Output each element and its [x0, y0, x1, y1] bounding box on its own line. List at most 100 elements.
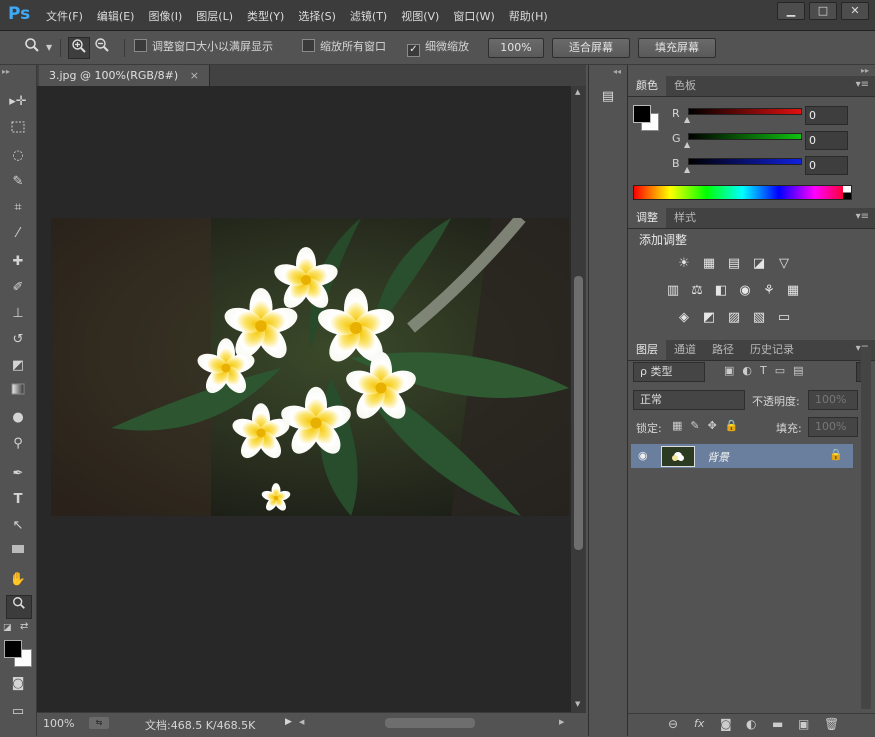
default-colors-icon[interactable]: ◪	[3, 623, 12, 633]
panel-menu-icon[interactable]: ▾≡	[856, 211, 869, 222]
move-tool-icon[interactable]: ▸✛	[6, 91, 30, 113]
trash-icon[interactable]: 🗑	[824, 717, 839, 731]
scroll-left-icon[interactable]: ◀	[299, 718, 304, 726]
zoom-tool-preset-icon[interactable]	[22, 37, 42, 57]
black-white-icon[interactable]: ◧	[712, 282, 730, 300]
menu-window[interactable]: 窗口(W)	[453, 8, 494, 24]
vertical-scroll-thumb[interactable]	[574, 276, 583, 550]
opacity-input[interactable]: 100%	[808, 390, 858, 410]
color-foreground-swatch[interactable]	[633, 105, 651, 123]
channel-g-slider[interactable]	[688, 133, 802, 140]
blur-tool-icon[interactable]: ●	[6, 407, 30, 429]
zoom-out-icon[interactable]	[92, 37, 112, 57]
quick-mask-icon[interactable]: ◙	[6, 673, 30, 695]
vibrance-icon[interactable]: ▽	[775, 255, 793, 273]
exposure-icon[interactable]: ◪	[750, 255, 768, 273]
channel-b-input[interactable]: 0	[805, 156, 848, 175]
panels-collapse-icon[interactable]: ▸▸	[861, 66, 869, 75]
menu-edit[interactable]: 编辑(E)	[97, 8, 135, 24]
scroll-up-icon[interactable]: ▲	[575, 88, 580, 96]
layer-filter-icons[interactable]: ▣◐T▭▤	[724, 364, 812, 377]
channel-b-slider[interactable]	[688, 158, 802, 165]
menu-image[interactable]: 图像(I)	[148, 8, 182, 24]
menu-file[interactable]: 文件(F)	[46, 8, 83, 24]
scroll-right-icon[interactable]: ▶	[559, 718, 564, 726]
dock-collapse-icon[interactable]: ◂◂	[613, 67, 621, 76]
marquee-tool-icon[interactable]	[6, 119, 30, 141]
photo-filter-icon[interactable]: ◉	[736, 282, 754, 300]
healing-brush-tool-icon[interactable]: ✚	[6, 251, 30, 273]
channel-mixer-icon[interactable]: ⚘	[760, 282, 778, 300]
close-button[interactable]: ✕	[841, 2, 869, 20]
lasso-tool-icon[interactable]: ◌	[6, 145, 30, 167]
history-brush-tool-icon[interactable]: ↺	[6, 329, 30, 351]
menu-help[interactable]: 帮助(H)	[509, 8, 548, 24]
zoom-tool-icon[interactable]	[6, 595, 32, 619]
visibility-eye-icon[interactable]: ◉	[638, 449, 648, 462]
zoom-level[interactable]: 100%	[43, 717, 74, 730]
channel-r-slider[interactable]	[688, 108, 802, 115]
tab-channels[interactable]: 通道	[666, 340, 704, 360]
menu-view[interactable]: 视图(V)	[401, 8, 439, 24]
threshold-icon[interactable]: ▨	[725, 309, 743, 327]
channel-b-thumb-icon[interactable]: ▲	[684, 165, 690, 174]
status-info-icon[interactable]: ⇆	[89, 717, 109, 729]
scrubby-zoom-option[interactable]: ✓ 细微缩放	[407, 38, 469, 57]
link-layers-icon[interactable]: ⊖	[668, 717, 678, 731]
document-tab[interactable]: 3.jpg @ 100%(RGB/8#) ×	[39, 65, 210, 86]
brightness-contrast-icon[interactable]: ☀	[675, 255, 693, 273]
resize-windows-option[interactable]: 调整窗口大小以满屏显示	[134, 38, 273, 54]
document-image[interactable]	[51, 218, 569, 516]
curves-icon[interactable]: ▤	[725, 255, 743, 273]
rectangle-tool-icon[interactable]	[6, 541, 30, 563]
color-balance-icon[interactable]: ⚖	[688, 282, 706, 300]
new-adjustment-icon[interactable]: ◐	[746, 717, 756, 731]
clone-stamp-tool-icon[interactable]: ⊥	[6, 303, 30, 325]
status-menu-icon[interactable]: ▶	[285, 717, 292, 727]
zoom-100-button[interactable]: 100%	[488, 38, 544, 58]
color-lookup-icon[interactable]: ▦	[784, 282, 802, 300]
layer-filter-dropdown[interactable]: ρ 类型	[633, 362, 705, 382]
layer-row-background[interactable]: ◉ 背景 🔒	[631, 444, 853, 468]
foreground-color-swatch[interactable]	[4, 640, 22, 658]
channel-r-thumb-icon[interactable]: ▲	[684, 115, 690, 124]
hue-saturation-icon[interactable]: ▥	[664, 282, 682, 300]
type-tool-icon[interactable]: T	[6, 489, 30, 511]
close-tab-icon[interactable]: ×	[190, 69, 199, 82]
swap-colors-icon[interactable]: ⇄	[20, 621, 28, 632]
menu-type[interactable]: 类型(Y)	[247, 8, 284, 24]
screen-mode-icon[interactable]: ▭	[6, 701, 30, 723]
zoom-in-icon[interactable]	[68, 37, 90, 59]
eraser-tool-icon[interactable]: ◩	[6, 355, 30, 377]
invert-icon[interactable]: ◈	[675, 309, 693, 327]
brush-tool-icon[interactable]: ✐	[6, 277, 30, 299]
fill-screen-button[interactable]: 填充屏幕	[638, 38, 716, 58]
vertical-scrollbar[interactable]: ▲ ▼	[571, 86, 586, 712]
tab-swatches[interactable]: 色板	[666, 76, 704, 96]
zoom-all-option[interactable]: 缩放所有窗口	[302, 38, 386, 54]
channel-g-input[interactable]: 0	[805, 131, 848, 150]
minimize-button[interactable]: ▁	[777, 2, 805, 20]
new-layer-icon[interactable]: ▣	[798, 717, 809, 731]
panel-menu-icon[interactable]: ▾≡	[856, 79, 869, 90]
history-panel-icon[interactable]: ▤	[598, 87, 618, 107]
color-spectrum-bar[interactable]	[633, 185, 852, 200]
tab-styles[interactable]: 样式	[666, 208, 704, 228]
posterize-icon[interactable]: ◩	[700, 309, 718, 327]
selective-color-icon[interactable]: ▧	[750, 309, 768, 327]
collapse-icon[interactable]: ▸▸	[2, 67, 10, 76]
maximize-button[interactable]: □	[809, 2, 837, 20]
gradient-tool-icon[interactable]	[6, 381, 30, 403]
levels-icon[interactable]: ▦	[700, 255, 718, 273]
scroll-down-icon[interactable]: ▼	[575, 700, 580, 708]
zoom-all-checkbox[interactable]	[302, 39, 315, 52]
tab-adjustments[interactable]: 调整	[628, 208, 666, 228]
tab-color[interactable]: 颜色	[628, 76, 666, 96]
hand-tool-icon[interactable]: ✋	[6, 569, 30, 591]
horizontal-scroll-thumb[interactable]	[385, 718, 475, 728]
path-select-tool-icon[interactable]: ↖	[6, 515, 30, 537]
blend-mode-dropdown[interactable]: 正常	[633, 390, 745, 410]
pen-tool-icon[interactable]: ✒	[6, 463, 30, 485]
preset-dropdown-icon[interactable]: ▼	[46, 43, 52, 52]
scrubby-zoom-checkbox[interactable]: ✓	[407, 44, 420, 57]
